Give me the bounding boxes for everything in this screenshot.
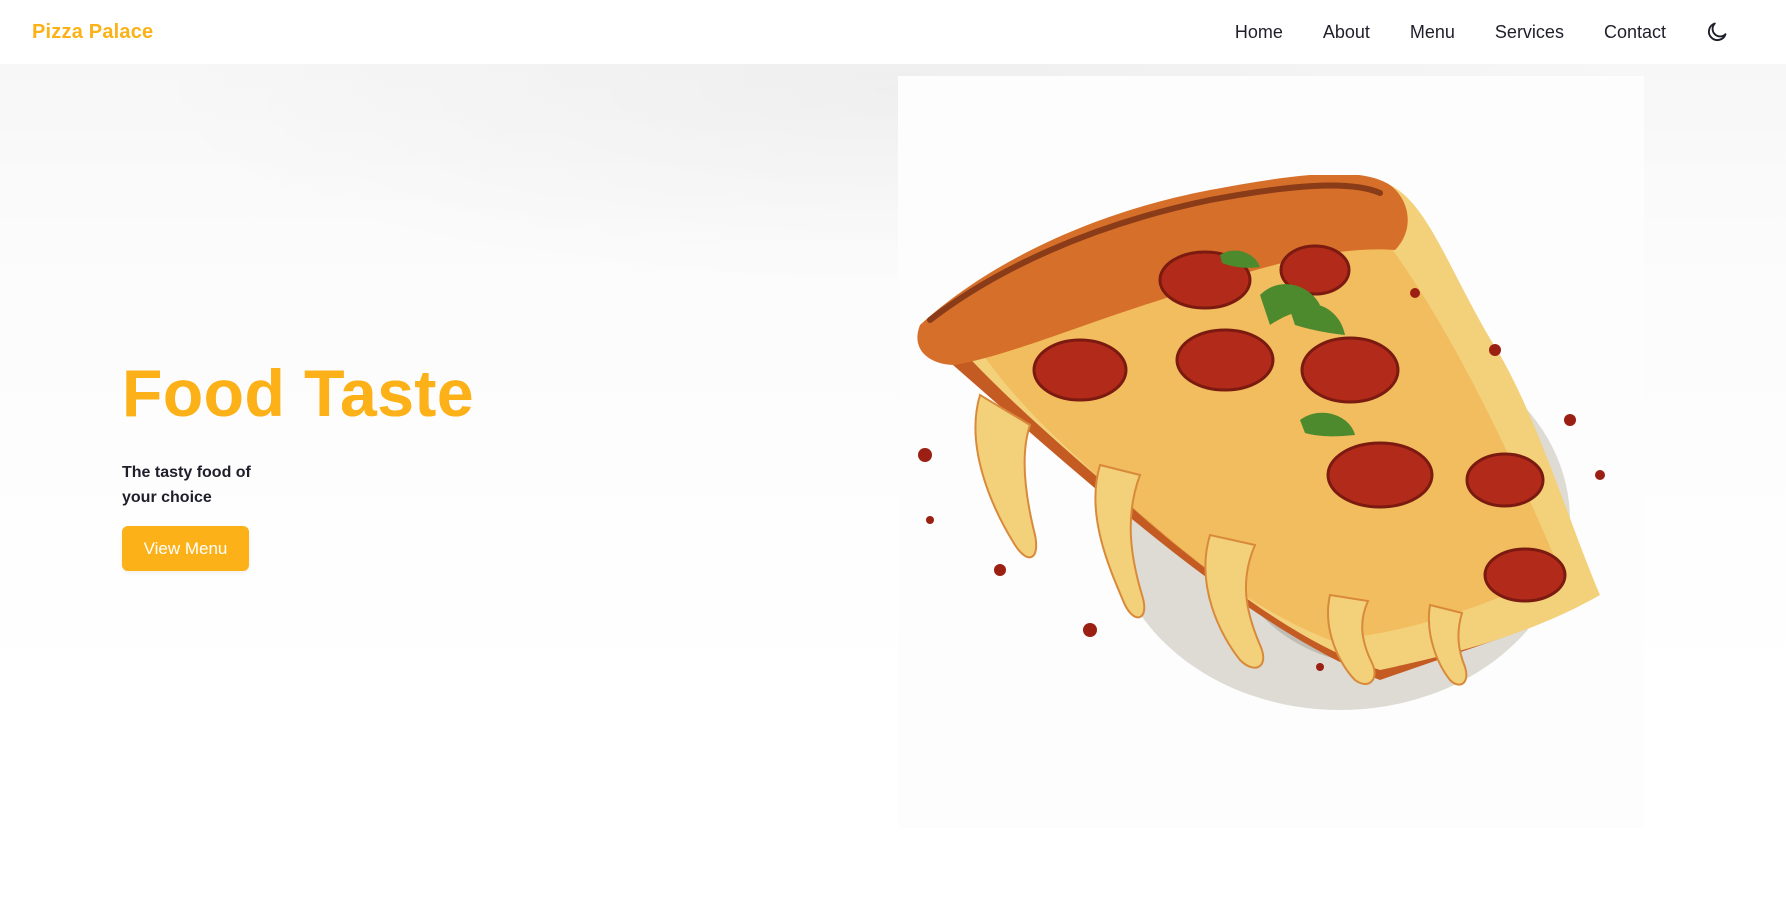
nav-menu[interactable]: Menu [1410, 22, 1455, 43]
main-nav: Home About Menu Services Contact [1235, 19, 1730, 45]
nav-contact[interactable]: Contact [1604, 22, 1666, 43]
hero-subtitle: The tasty food of your choice [122, 464, 251, 506]
nav-home[interactable]: Home [1235, 22, 1283, 43]
pizza-slice-illustration [910, 173, 1630, 715]
pizza-slice-icon [917, 173, 1605, 710]
brand-logo[interactable]: Pizza Palace [32, 21, 153, 44]
hero-title: Food Taste [122, 356, 475, 430]
nav-services[interactable]: Services [1495, 22, 1564, 43]
view-menu-button[interactable]: View Menu [122, 526, 249, 571]
top-navbar: Pizza Palace Home About Menu Services Co… [0, 0, 1786, 64]
nav-about[interactable]: About [1323, 22, 1370, 43]
hero-text-block: Food Taste The tasty food of your choice… [122, 360, 662, 571]
theme-toggle-button[interactable] [1704, 19, 1730, 45]
moon-icon [1708, 22, 1727, 41]
